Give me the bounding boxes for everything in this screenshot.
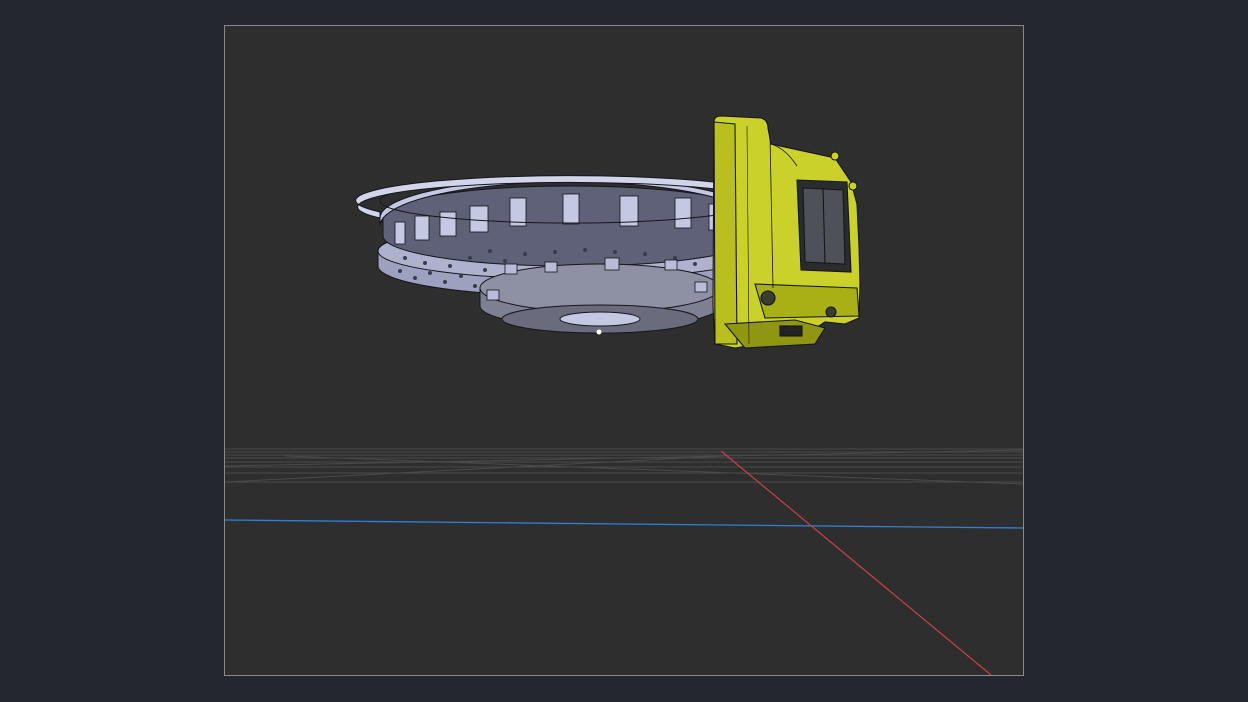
scene-canvas[interactable] xyxy=(225,26,1023,675)
brake-caliper-model[interactable] xyxy=(712,115,861,349)
3d-viewport[interactable] xyxy=(224,25,1024,676)
y-axis-line xyxy=(225,519,1023,529)
x-axis-line xyxy=(720,450,992,675)
brake-disc-model[interactable] xyxy=(355,175,763,335)
ground-grid xyxy=(225,448,1023,485)
